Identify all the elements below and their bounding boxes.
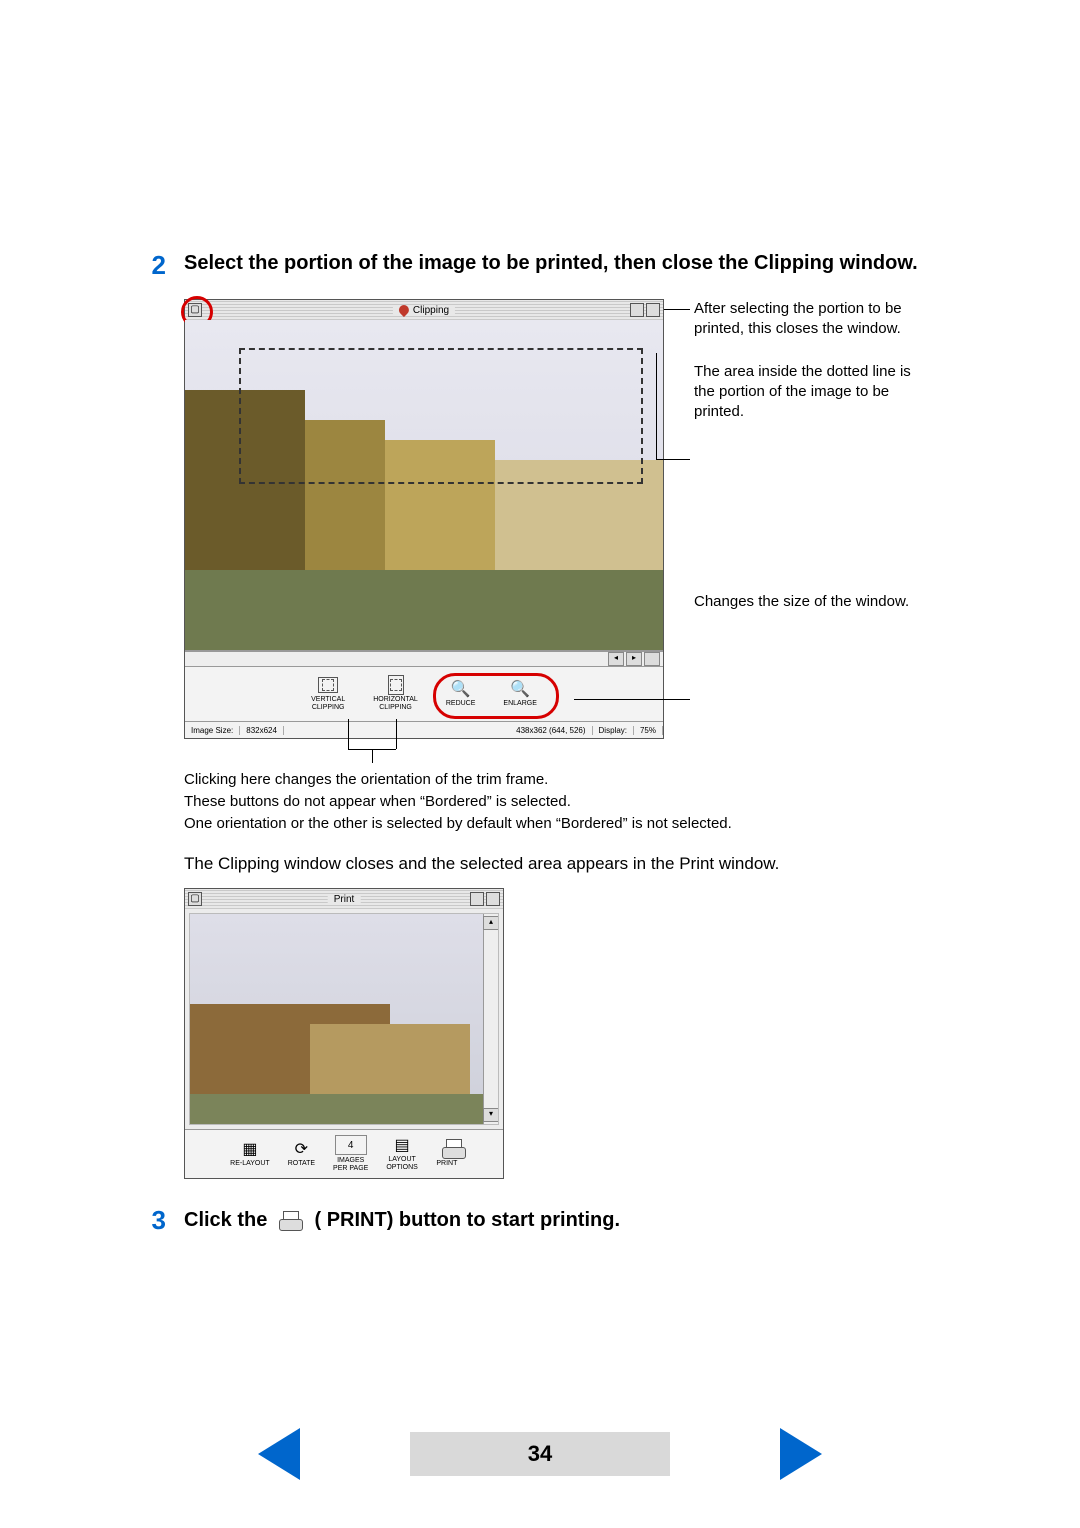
step-2-body: ▢ Clipping [184,299,950,1179]
zoom-in-icon: 🔍 [509,680,531,698]
pin-icon [397,303,411,317]
print-min-button[interactable] [470,892,484,906]
status-display-label: Display: [593,726,634,735]
page-number: 34 [528,1441,552,1467]
horizontal-clipping-button[interactable]: HORIZONTAL CLIPPING [373,676,418,711]
manual-page: 2 Select the portion of the image to be … [0,0,1080,1528]
step-3: 3 Click the ( PRINT) button to start pri… [130,1205,950,1236]
step-2: 2 Select the portion of the image to be … [130,250,950,281]
scroll-up-button[interactable]: ▴ [483,916,499,930]
clipping-selection[interactable] [239,348,643,484]
scroll-down-button[interactable]: ▾ [483,1108,499,1122]
step-3-text-after: PRINT) button to start printing. [321,1209,620,1231]
page-number-bar: 34 [410,1432,670,1476]
step-3-number: 3 [130,1205,184,1236]
images-per-page-stepper[interactable]: 4 IMAGES PER PAGE [333,1135,368,1172]
scroll-left-button[interactable]: ◂ [608,652,624,666]
step-2-title: Select the portion of the image to be pr… [184,250,918,277]
relayout-icon: ▦ [239,1140,261,1158]
orientation-note-l1: Clicking here changes the orientation of… [184,769,950,791]
print-button[interactable]: PRINT [436,1140,458,1168]
enlarge-button[interactable]: 🔍 ENLARGE [503,680,536,708]
vertical-clip-icon [318,677,338,693]
orientation-note-l3: One orientation or the other is selected… [184,813,950,835]
clipping-image-area[interactable] [185,320,663,651]
print-toolbar: ▦ RE-LAYOUT ⟳ ROTATE 4 IMAGES PER PAGE ▤… [185,1129,503,1178]
clipping-window: ▢ Clipping [184,299,664,739]
clipping-toolbar: VERTICAL CLIPPING HORIZONTAL CLIPPING 🔍 … [185,666,663,721]
printer-icon-inline [279,1211,303,1231]
scroll-right-button[interactable]: ▸ [626,652,642,666]
orientation-note-l2: These buttons do not appear when “Border… [184,791,950,813]
clipping-title-text: Clipping [413,305,449,316]
prev-page-button[interactable] [258,1428,300,1480]
orientation-note: Clicking here changes the orientation of… [184,769,950,834]
status-imgsize-label: Image Size: [185,726,240,735]
maximize-button[interactable] [646,303,660,317]
layout-options-button[interactable]: ▤ LAYOUT OPTIONS [386,1136,418,1171]
callout-dotted: The area inside the dotted line is the p… [694,362,914,423]
page-footer: 34 [0,1428,1080,1480]
print-titlebar: ▢ Print [185,889,503,909]
horizontal-clip-icon [388,675,404,695]
reduce-button[interactable]: 🔍 REDUCE [446,680,476,708]
callout-close: After selecting the portion to be printe… [694,299,914,340]
print-preview: ▴ ▾ [189,913,499,1125]
print-close-button[interactable]: ▢ [188,892,202,906]
callouts: After selecting the portion to be printe… [694,299,914,635]
minimize-button[interactable] [630,303,644,317]
print-title: Print [328,894,361,905]
clipping-titlebar: ▢ Clipping [185,300,663,320]
vertical-clipping-button[interactable]: VERTICAL CLIPPING [311,676,345,711]
status-crop-value: 438x362 (644, 526) [510,726,592,735]
callout-zoom: Changes the size of the window. [694,592,914,612]
relayout-button[interactable]: ▦ RE-LAYOUT [230,1140,270,1168]
h-scrollbar[interactable]: ◂ ▸ [185,651,663,666]
clipping-statusbar: Image Size: 832x624 438x362 (644, 526) D… [185,721,663,738]
leader-close [664,309,690,310]
leader-zoom [574,699,690,700]
leader-dotted [656,459,690,460]
printer-icon [442,1139,452,1159]
step-3-text-before: Click the [184,1209,273,1231]
leader-orientation-v [348,719,349,749]
zoom-out-icon: 🔍 [450,680,472,698]
close-button[interactable]: ▢ [188,303,202,317]
stepper-value[interactable]: 4 [335,1135,367,1155]
status-imgsize-value: 832x624 [240,726,284,735]
rotate-icon: ⟳ [290,1140,312,1158]
status-display-value: 75% [634,726,663,735]
print-vscroll[interactable]: ▴ ▾ [483,914,498,1124]
closing-text: The Clipping window closes and the selec… [184,852,950,876]
scroll-corner [644,652,660,666]
print-max-button[interactable] [486,892,500,906]
clipping-title: Clipping [393,305,455,316]
step-2-number: 2 [130,250,184,281]
layout-icon: ▤ [391,1136,413,1154]
print-window: ▢ Print ▴ ▾ ▦ [184,888,504,1179]
print-title-text: Print [334,894,355,905]
step-3-title: Click the ( PRINT) button to start print… [184,1207,620,1234]
rotate-button[interactable]: ⟳ ROTATE [288,1140,315,1168]
next-page-button[interactable] [780,1428,822,1480]
